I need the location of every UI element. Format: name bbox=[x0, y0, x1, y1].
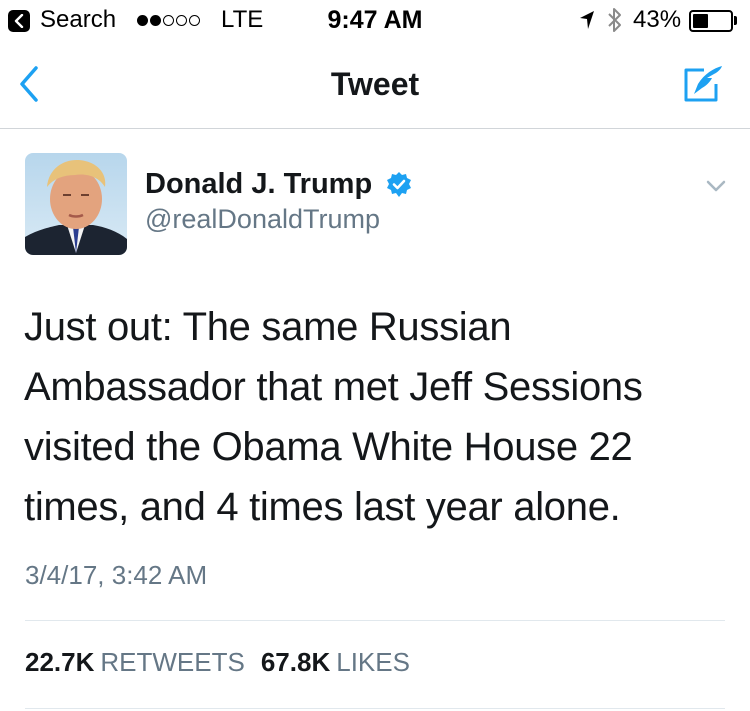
verified-badge-icon bbox=[385, 171, 413, 199]
tweet-text-line: visited the Obama White House 22 bbox=[24, 425, 633, 469]
author-name[interactable]: Donald J. Trump bbox=[145, 168, 372, 201]
avatar[interactable] bbox=[25, 153, 127, 255]
tweet-text-line: times, and 4 times last year alone. bbox=[24, 485, 621, 529]
tweet-stats: 22.7K RETWEETS 67.8K LIKES bbox=[25, 647, 426, 678]
battery-percentage: 43% bbox=[633, 6, 682, 33]
divider bbox=[25, 620, 725, 621]
tweet-text-line: Just out: The same Russian bbox=[24, 305, 512, 349]
retweets-label[interactable]: RETWEETS bbox=[100, 647, 244, 677]
divider bbox=[25, 708, 725, 709]
battery-icon bbox=[689, 10, 733, 32]
likes-label[interactable]: LIKES bbox=[336, 647, 410, 677]
compose-tweet-icon[interactable] bbox=[680, 62, 726, 106]
retweets-count[interactable]: 22.7K bbox=[25, 647, 94, 677]
bluetooth-icon bbox=[606, 5, 624, 40]
status-bar: Search LTE 9:47 AM 43% bbox=[0, 0, 750, 40]
battery-level-fill bbox=[693, 14, 708, 28]
tweet-text-line: Ambassador that met Jeff Sessions bbox=[24, 365, 643, 409]
likes-count[interactable]: 67.8K bbox=[261, 647, 330, 677]
location-arrow-icon bbox=[578, 9, 596, 36]
tweet-timestamp: 3/4/17, 3:42 AM bbox=[25, 560, 208, 590]
battery-tip bbox=[734, 16, 737, 25]
tweet-text: Just out: The same Russian Ambassador th… bbox=[24, 297, 724, 537]
page-title: Tweet bbox=[330, 66, 420, 102]
chevron-down-icon[interactable] bbox=[700, 176, 732, 198]
navigation-bar: Tweet bbox=[0, 40, 750, 129]
author-handle[interactable]: @realDonaldTrump bbox=[145, 204, 380, 235]
